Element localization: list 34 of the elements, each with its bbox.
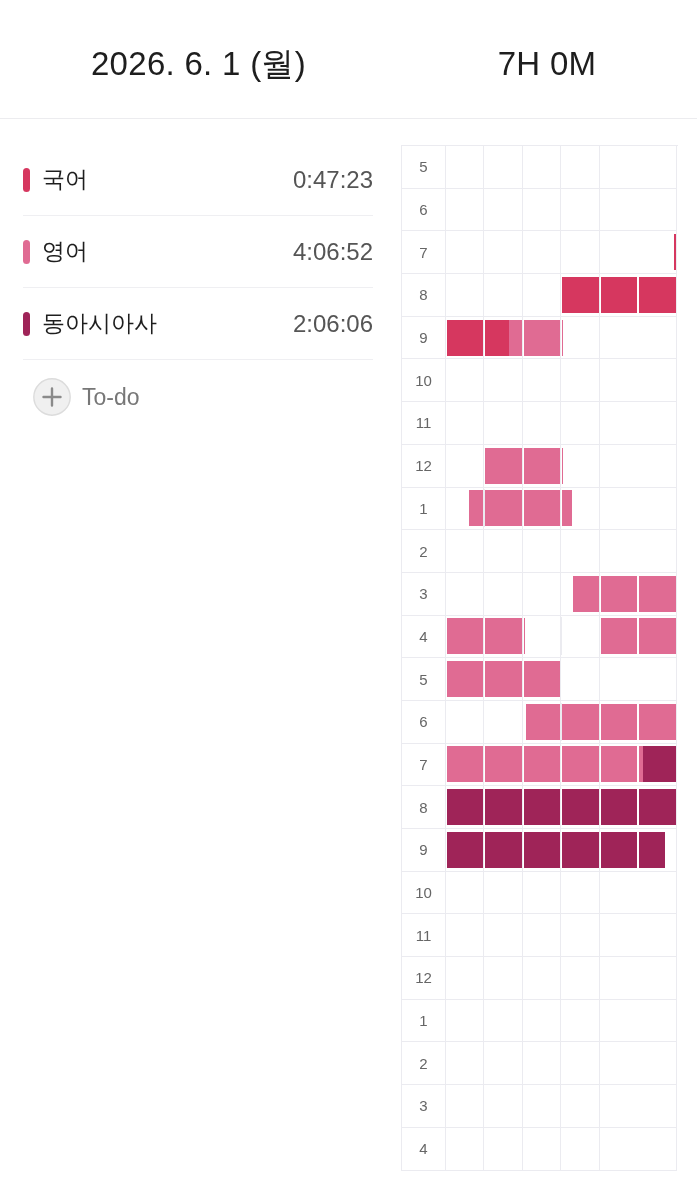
hour-label: 7 xyxy=(419,755,428,773)
hour-label: 8 xyxy=(419,798,428,816)
hour-label: 3 xyxy=(419,585,428,603)
hour-label: 8 xyxy=(419,286,428,304)
hour-label: 12 xyxy=(415,457,432,475)
hour-label: 7 xyxy=(419,243,428,261)
hour-label: 10 xyxy=(415,884,432,902)
hour-label: 9 xyxy=(419,841,428,859)
hour-label: 3 xyxy=(419,1097,428,1115)
subject-name: 국어 xyxy=(42,165,88,194)
hour-label: 5 xyxy=(419,158,428,176)
plus-icon xyxy=(33,378,71,416)
hour-label: 1 xyxy=(419,1012,428,1030)
hour-label: 12 xyxy=(415,969,432,987)
hour-label: 10 xyxy=(415,371,432,389)
hour-label: 4 xyxy=(419,1140,428,1158)
hour-label: 6 xyxy=(419,713,428,731)
subject-name: 동아시아사 xyxy=(42,309,157,338)
study-time: 4:06:52 xyxy=(292,237,373,266)
date-title: 2026. 6. 1 (월) xyxy=(90,43,307,84)
hour-label: 9 xyxy=(419,329,428,347)
subject-name: 영어 xyxy=(42,237,88,266)
hour-label: 11 xyxy=(415,926,432,944)
study-time: 0:47:23 xyxy=(292,165,373,194)
hour-label: 11 xyxy=(415,414,432,432)
hour-label: 6 xyxy=(419,201,428,219)
hour-label: 4 xyxy=(419,627,428,645)
study-time: 2:06:06 xyxy=(292,309,373,338)
add-todo-button[interactable]: To-do xyxy=(33,360,140,434)
hour-label: 2 xyxy=(419,1054,428,1072)
hour-label: 1 xyxy=(419,499,428,517)
hour-label: 2 xyxy=(419,542,428,560)
hour-label: 5 xyxy=(419,670,428,688)
total-time: 7H 0M xyxy=(497,45,597,83)
